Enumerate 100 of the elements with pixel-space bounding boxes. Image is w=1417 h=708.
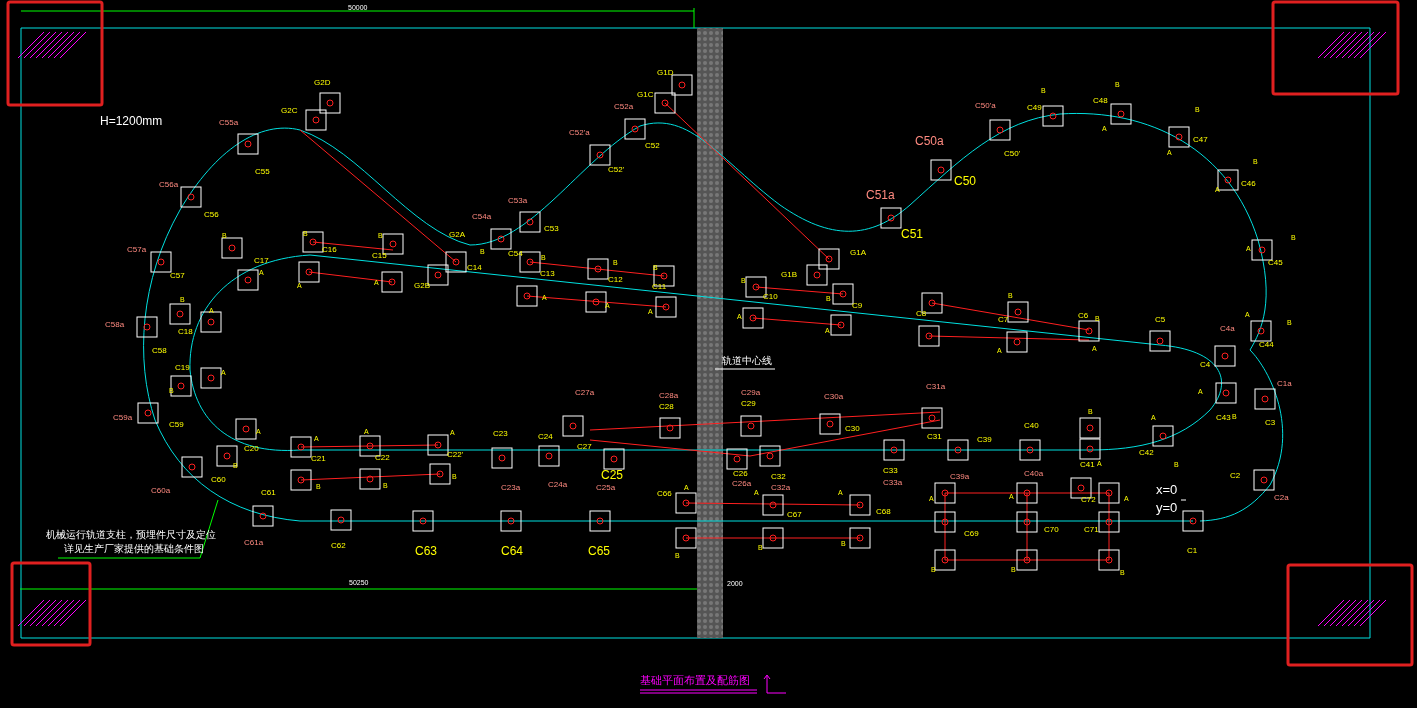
origin-text: y=0 — [1156, 499, 1178, 515]
column-footing — [1098, 511, 1120, 533]
column-footing — [200, 311, 222, 333]
column-label: G1C — [637, 89, 654, 99]
column-footing — [500, 510, 522, 532]
column-footing — [298, 261, 320, 283]
column-label: C18 — [178, 326, 193, 336]
column-footing — [150, 251, 172, 273]
column-footing — [1110, 103, 1132, 125]
column-label: C52' — [608, 164, 625, 174]
marker-label: C28a — [659, 390, 679, 400]
note-text: 机械运行轨道支柱，预埋件尺寸及定位 — [46, 529, 216, 541]
column-footing — [1253, 469, 1275, 491]
column-label: C5 — [1155, 314, 1166, 324]
column-footing — [1098, 549, 1120, 571]
column-footing — [562, 415, 584, 437]
column-footing — [1007, 301, 1029, 323]
column-label: G2D — [314, 77, 331, 87]
column-footing — [290, 469, 312, 491]
column-footing — [934, 511, 956, 533]
column-label: C61 — [261, 487, 276, 497]
column-footing — [427, 434, 449, 456]
column-label: C48 — [1093, 95, 1108, 105]
column-label: C49 — [1027, 102, 1042, 112]
column-label: C1 — [1187, 545, 1198, 555]
column-footing — [762, 527, 784, 549]
column-label: C33 — [883, 465, 898, 475]
column-label: C16 — [322, 244, 337, 254]
column-footing — [819, 413, 841, 435]
column-label: C56 — [204, 209, 219, 219]
marker-label: C58a — [105, 319, 125, 329]
column-footing — [603, 448, 625, 470]
column-footing — [359, 435, 381, 457]
column-footing — [1182, 510, 1204, 532]
column-label: C46 — [1241, 178, 1256, 188]
column-footing — [759, 445, 781, 467]
marker-label: C50a — [915, 133, 944, 148]
marker-label: C1a — [1277, 378, 1292, 388]
marker-label: C50'a — [975, 100, 996, 110]
column-label: G1A — [850, 247, 866, 257]
column-label: C19 — [175, 362, 190, 372]
column-label: C22' — [447, 449, 464, 459]
column-label: C28 — [659, 401, 674, 411]
column-label: C2 — [1230, 470, 1241, 480]
column-label: C10 — [763, 291, 778, 301]
column-footing — [1016, 549, 1038, 571]
column-footing — [1042, 105, 1064, 127]
column-label: C69 — [964, 528, 979, 538]
column-footing — [653, 265, 675, 287]
axis-icon — [763, 674, 787, 694]
column-label: C70 — [1044, 524, 1059, 534]
column-footing — [655, 296, 677, 318]
column-label: C9 — [852, 300, 863, 310]
column-footing — [740, 415, 762, 437]
column-label: C43 — [1216, 412, 1231, 422]
column-footing — [136, 316, 158, 338]
column-label: C65 — [588, 543, 610, 558]
column-label: C54 — [508, 248, 523, 258]
column-label: C24 — [538, 431, 553, 441]
column-label: C72 — [1081, 494, 1096, 504]
column-footing — [319, 92, 341, 114]
column-footing — [883, 439, 905, 461]
column-label: G1B — [781, 269, 797, 279]
column-footing — [849, 494, 871, 516]
column-footing — [762, 494, 784, 516]
column-label: C31 — [927, 431, 942, 441]
marker-label: C54a — [472, 211, 492, 221]
column-footing — [589, 510, 611, 532]
marker-label: C60a — [151, 485, 171, 495]
column-footing — [359, 468, 381, 490]
column-label: C11 — [652, 281, 667, 291]
marker-label: C25a — [596, 482, 616, 492]
column-footing — [675, 527, 697, 549]
column-label: C45 — [1268, 257, 1283, 267]
column-label: C68 — [876, 506, 891, 516]
marker-label: C29a — [741, 387, 761, 397]
callout-underline — [714, 368, 776, 370]
column-label: C44 — [1259, 339, 1274, 349]
column-label: G2C — [281, 105, 298, 115]
column-footing — [671, 74, 693, 96]
origin-text: x=0 — [1156, 481, 1178, 497]
marker-label: C24a — [548, 479, 568, 489]
column-footing — [1079, 417, 1101, 439]
column-footing — [989, 119, 1011, 141]
column-label: C40 — [1024, 420, 1039, 430]
column-footing — [726, 448, 748, 470]
marker-label: C52a — [614, 101, 634, 111]
column-footing — [587, 258, 609, 280]
column-footing — [180, 186, 202, 208]
column-footing — [137, 402, 159, 424]
column-label: C25 — [601, 467, 623, 482]
column-footing — [947, 439, 969, 461]
column-footing — [742, 307, 764, 329]
column-label: C7 — [998, 314, 1009, 324]
column-footing — [382, 233, 404, 255]
column-label: C29 — [741, 398, 756, 408]
marker-label: C31a — [926, 381, 946, 391]
marker-label: C32a — [771, 482, 791, 492]
column-footing — [806, 264, 828, 286]
column-footing — [429, 463, 451, 485]
